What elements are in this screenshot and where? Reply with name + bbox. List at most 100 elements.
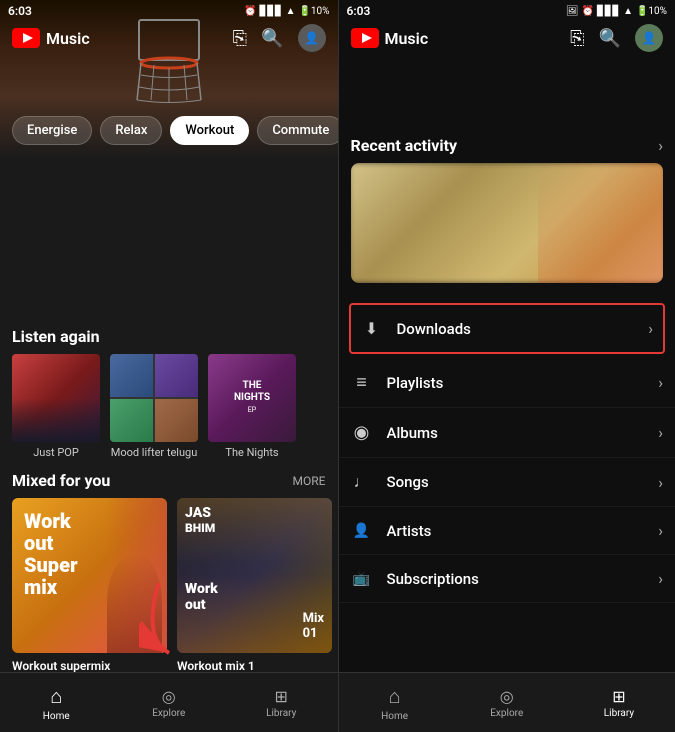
mixed-title: Mixed for you xyxy=(12,471,110,490)
right-search-icon[interactable]: 🔍 xyxy=(599,28,621,49)
listen-label-2: The Nights xyxy=(208,446,296,459)
right-home-label: Home xyxy=(381,711,408,722)
more-link[interactable]: MORE xyxy=(293,474,326,488)
songs-icon: ♩ xyxy=(351,472,373,492)
artists-label: Artists xyxy=(387,522,432,540)
listen-item-2[interactable]: THENIGHTSEP The Nights xyxy=(208,354,296,459)
left-status-bar: 6:03 ⏰ ▊▊▊ ▲ 🔋10% xyxy=(0,0,338,22)
library-label: Library xyxy=(266,708,296,719)
wifi-icon: ▲ xyxy=(286,6,296,17)
downloads-chevron: › xyxy=(648,319,653,338)
right-nav-library[interactable]: ⊞ Library xyxy=(563,673,675,732)
mix-item-title-1: Workout mix 1 xyxy=(177,659,332,673)
battery-icon: 🔋10% xyxy=(298,6,329,17)
recent-activity-title: Recent activity xyxy=(351,136,458,155)
left-nav-library[interactable]: ⊞ Library xyxy=(225,673,338,732)
playlists-left: ≡ Playlists xyxy=(351,372,444,393)
artists-chevron: › xyxy=(658,521,663,540)
home-label: Home xyxy=(43,711,70,722)
mix-item-1[interactable]: JASBHIM Workout Mix01 Workout mix 1 Rahu… xyxy=(177,498,332,701)
chip-relax[interactable]: Relax xyxy=(100,116,162,145)
left-nav-explore[interactable]: ◎ Explore xyxy=(113,673,226,732)
recent-banner-overlay xyxy=(538,163,663,283)
mix-art-1: JASBHIM Workout Mix01 xyxy=(177,498,332,653)
right-header-icons: ⎘ 🔍 👤 xyxy=(570,24,663,52)
albums-label: Albums xyxy=(387,424,438,442)
right-youtube-logo xyxy=(351,28,379,48)
right-nav-home[interactable]: ⌂ Home xyxy=(339,673,451,732)
albums-chevron: › xyxy=(658,423,663,442)
menu-item-artists[interactable]: 👤 Artists › xyxy=(339,507,675,555)
subscriptions-chevron: › xyxy=(658,569,663,588)
menu-item-playlists[interactable]: ≡ Playlists › xyxy=(339,358,675,408)
menu-item-albums[interactable]: ◉ Albums › xyxy=(339,408,675,458)
art-grid-cell xyxy=(155,354,198,397)
left-time: 6:03 xyxy=(8,4,32,18)
listen-item-1[interactable]: Mood lifter telugu xyxy=(110,354,198,459)
mix-thumb-1: JASBHIM Workout Mix01 xyxy=(177,498,332,653)
downloads-highlight: ⬇ Downloads › xyxy=(349,303,666,354)
artists-icon: 👤 xyxy=(351,523,373,539)
explore-label: Explore xyxy=(152,708,185,719)
right-header: Music ⎘ 🔍 👤 xyxy=(339,0,675,60)
signal-icon: ▊▊▊ xyxy=(260,6,283,17)
right-explore-label: Explore xyxy=(490,708,523,719)
art-nights: THENIGHTSEP xyxy=(208,354,296,442)
playlists-label: Playlists xyxy=(387,374,444,392)
mix-item-title-0: Workout supermix xyxy=(12,659,167,673)
listen-label-1: Mood lifter telugu xyxy=(110,446,198,459)
recent-activity-chevron[interactable]: › xyxy=(658,136,663,155)
chip-workout[interactable]: Workout xyxy=(170,116,249,145)
home-icon: ⌂ xyxy=(50,684,62,709)
right-nav-explore[interactable]: ◎ Explore xyxy=(451,673,563,732)
recent-activity-banner[interactable] xyxy=(351,163,664,283)
listen-thumb-1 xyxy=(110,354,198,442)
right-cast-icon[interactable]: ⎘ xyxy=(570,28,584,49)
songs-chevron: › xyxy=(658,473,663,492)
cast-icon[interactable]: ⎘ xyxy=(233,28,247,49)
listen-thumb-2: THENIGHTSEP xyxy=(208,354,296,442)
right-logo-area: Music xyxy=(351,28,429,48)
art-grid xyxy=(110,354,198,442)
playlists-chevron: › xyxy=(658,373,663,392)
artists-left: 👤 Artists xyxy=(351,522,432,540)
logo-area: Music xyxy=(12,28,90,48)
search-icon[interactable]: 🔍 xyxy=(261,28,283,49)
right-bottom-nav: ⌂ Home ◎ Explore ⊞ Library xyxy=(339,672,675,732)
right-explore-icon: ◎ xyxy=(500,687,514,706)
menu-item-subscriptions[interactable]: 📺 Subscriptions › xyxy=(339,555,675,603)
alarm-icon: ⏰ xyxy=(244,6,256,17)
avatar[interactable]: 👤 xyxy=(298,24,326,52)
listen-label-0: Just POP xyxy=(12,446,100,459)
chip-commute[interactable]: Commute xyxy=(257,116,337,145)
header-icons: ⎘ 🔍 👤 xyxy=(233,24,326,52)
art-grid-cell xyxy=(155,399,198,442)
listen-item-0[interactable]: Just POP xyxy=(12,354,100,459)
app-title: Music xyxy=(46,29,90,48)
menu-item-songs[interactable]: ♩ Songs › xyxy=(339,458,675,507)
mix-thumb-0: WorkoutSupermix xyxy=(12,498,167,653)
scroll-content: Listen again Just POP xyxy=(0,315,338,732)
playlists-icon: ≡ xyxy=(351,372,373,393)
left-nav-home[interactable]: ⌂ Home xyxy=(0,673,113,732)
mix-art-0: WorkoutSupermix xyxy=(12,498,167,653)
menu-item-downloads[interactable]: ⬇ Downloads › xyxy=(351,305,664,352)
mix-title-text-0: WorkoutSupermix xyxy=(12,498,167,610)
chips-container: Energise Relax Workout Commute xyxy=(0,108,338,153)
art-pop xyxy=(12,354,100,442)
library-icon: ⊞ xyxy=(275,687,288,706)
chip-energise[interactable]: Energise xyxy=(12,116,92,145)
right-avatar[interactable]: 👤 xyxy=(635,24,663,52)
mix-row: WorkoutSupermix Workout supermix Shakira… xyxy=(0,498,338,701)
listen-thumb-0 xyxy=(12,354,100,442)
art-grid-cell xyxy=(110,399,153,442)
subscriptions-label: Subscriptions xyxy=(387,570,479,588)
songs-left: ♩ Songs xyxy=(351,472,429,492)
mix-item-0[interactable]: WorkoutSupermix Workout supermix Shakira… xyxy=(12,498,167,701)
status-icons: ⏰ ▊▊▊ ▲ 🔋10% xyxy=(244,6,329,17)
recent-activity-header: Recent activity › xyxy=(351,136,664,155)
right-home-icon: ⌂ xyxy=(389,684,401,709)
art-grid-cell xyxy=(110,354,153,397)
right-content: Recent activity › ⬇ Downloads › xyxy=(339,68,675,732)
explore-icon: ◎ xyxy=(162,687,176,706)
